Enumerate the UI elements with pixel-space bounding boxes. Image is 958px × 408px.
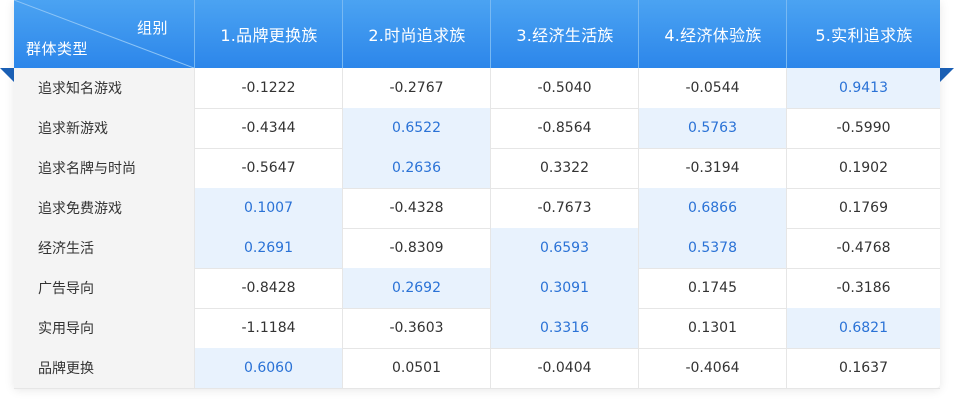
highlighted-value-cell: 0.2691 <box>194 228 342 268</box>
value-cell: -0.3194 <box>638 148 786 188</box>
value-cell: -0.3603 <box>342 308 490 348</box>
value-cell: -0.3186 <box>786 268 940 308</box>
row-label: 追求新游戏 <box>14 108 194 148</box>
value-cell: -0.8428 <box>194 268 342 308</box>
highlighted-value-cell: 0.3316 <box>490 308 638 348</box>
highlighted-value-cell: 0.2692 <box>342 268 490 308</box>
corner-column-label: 组别 <box>136 19 168 37</box>
value-cell: -0.5647 <box>194 148 342 188</box>
value-cell: -0.2767 <box>342 68 490 108</box>
data-table: 组别 群体类型 1.品牌更换族 2.时尚追求族 3.经济生活族 4.经济体验族 … <box>0 0 954 389</box>
corner-row-label: 群体类型 <box>26 40 89 58</box>
table-row: 经济生活 0.2691 -0.8309 0.6593 0.5378 -0.4768 <box>14 228 940 269</box>
table-row: 追求名牌与时尚 -0.5647 0.2636 0.3322 -0.3194 0.1902 <box>14 148 940 189</box>
column-header: 4.经济体验族 <box>638 0 787 68</box>
highlighted-value-cell: 0.6593 <box>490 228 638 268</box>
value-cell: -0.4064 <box>638 348 786 388</box>
value-cell: -0.0404 <box>490 348 638 388</box>
table-row: 品牌更换 0.6060 0.0501 -0.0404 -0.4064 0.1637 <box>14 348 940 389</box>
table-row: 实用导向 -1.1184 -0.3603 0.3316 0.1301 0.6821 <box>14 308 940 349</box>
highlighted-value-cell: 0.6060 <box>194 348 342 388</box>
value-cell: -0.4344 <box>194 108 342 148</box>
value-cell: -0.8309 <box>342 228 490 268</box>
column-header: 1.品牌更换族 <box>194 0 343 68</box>
header-fold-left <box>0 68 14 82</box>
value-cell: 0.1745 <box>638 268 786 308</box>
row-label: 追求名牌与时尚 <box>14 148 194 188</box>
table-row: 追求知名游戏 -0.1222 -0.2767 -0.5040 -0.0544 0.9413 <box>14 68 940 109</box>
row-label: 追求免费游戏 <box>14 188 194 228</box>
value-cell: -0.4768 <box>786 228 940 268</box>
value-cell: 0.1769 <box>786 188 940 228</box>
value-cell: -1.1184 <box>194 308 342 348</box>
highlighted-value-cell: 0.6522 <box>342 108 490 148</box>
column-header: 2.时尚追求族 <box>342 0 491 68</box>
table-row: 追求新游戏 -0.4344 0.6522 -0.8564 0.5763 -0.5990 <box>14 108 940 149</box>
table-row: 广告导向 -0.8428 0.2692 0.3091 0.1745 -0.3186 <box>14 268 940 309</box>
value-cell: 0.1637 <box>786 348 940 388</box>
column-header: 5.实利追求族 <box>786 0 941 68</box>
value-cell: -0.1222 <box>194 68 342 108</box>
value-cell: -0.0544 <box>638 68 786 108</box>
highlighted-value-cell: 0.5378 <box>638 228 786 268</box>
column-header: 3.经济生活族 <box>490 0 639 68</box>
row-label: 追求知名游戏 <box>14 68 194 108</box>
highlighted-value-cell: 0.2636 <box>342 148 490 188</box>
row-label: 品牌更换 <box>14 348 194 388</box>
value-cell: -0.7673 <box>490 188 638 228</box>
highlighted-value-cell: 0.3091 <box>490 268 638 308</box>
row-label: 经济生活 <box>14 228 194 268</box>
header-corner-cell: 组别 群体类型 <box>14 0 194 68</box>
table-row: 追求免费游戏 0.1007 -0.4328 -0.7673 0.6866 0.1769 <box>14 188 940 229</box>
highlighted-value-cell: 0.9413 <box>786 68 940 108</box>
value-cell: 0.3322 <box>490 148 638 188</box>
table-header: 组别 群体类型 1.品牌更换族 2.时尚追求族 3.经济生活族 4.经济体验族 … <box>14 0 940 68</box>
row-label: 广告导向 <box>14 268 194 308</box>
row-label: 实用导向 <box>14 308 194 348</box>
value-cell: -0.5040 <box>490 68 638 108</box>
highlighted-value-cell: 0.1007 <box>194 188 342 228</box>
value-cell: 0.0501 <box>342 348 490 388</box>
value-cell: 0.1902 <box>786 148 940 188</box>
value-cell: -0.4328 <box>342 188 490 228</box>
value-cell: -0.5990 <box>786 108 940 148</box>
value-cell: 0.1301 <box>638 308 786 348</box>
highlighted-value-cell: 0.6866 <box>638 188 786 228</box>
highlighted-value-cell: 0.6821 <box>786 308 940 348</box>
header-fold-right <box>940 68 954 82</box>
highlighted-value-cell: 0.5763 <box>638 108 786 148</box>
value-cell: -0.8564 <box>490 108 638 148</box>
